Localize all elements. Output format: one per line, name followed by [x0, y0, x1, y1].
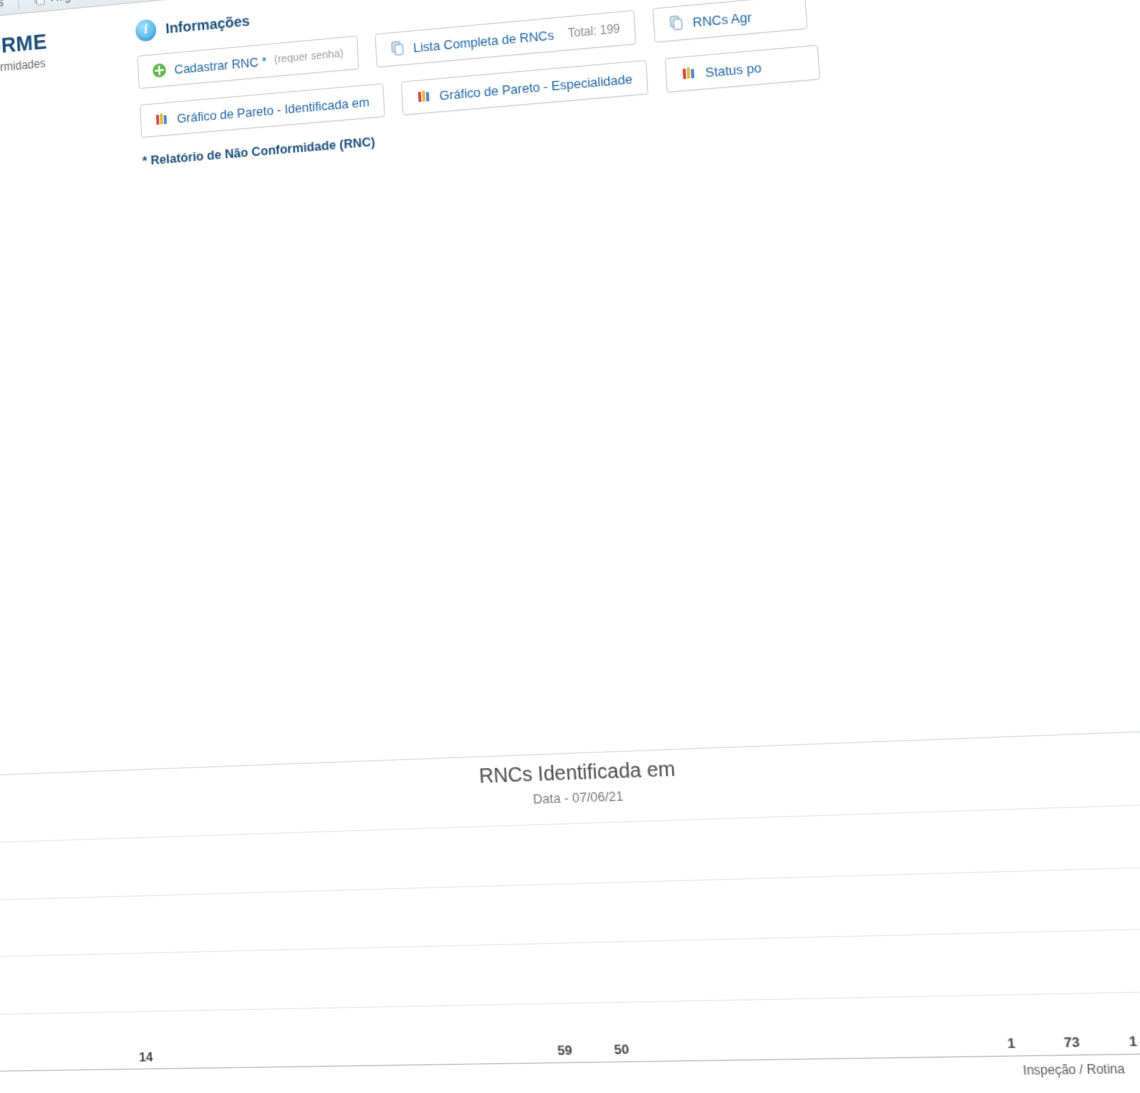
btn-rncs-agr[interactable]: RNCs Agr	[652, 0, 807, 43]
copy-icon	[389, 40, 405, 57]
btn-label: Gráfico de Pareto - Especialidade	[439, 71, 633, 103]
btn-label: RNCs Agr	[692, 9, 752, 30]
sidebar-proj-row: PDD	[0, 159, 126, 193]
chart-area: 1459501731Inspeção / Rotina	[0, 800, 1140, 1072]
chart-icon	[416, 88, 433, 105]
sidebar-code-row: 2.001	[0, 196, 128, 229]
bar-value-label: 1	[1128, 1033, 1137, 1049]
plus-circle-icon	[151, 62, 167, 79]
sidebar-misc-row[interactable]: es	[0, 249, 131, 282]
btn-label: Lista Completa de RNCs	[413, 27, 555, 55]
document-icon	[33, 0, 47, 5]
bar-value-label: 59	[557, 1042, 573, 1058]
info-icon: i	[135, 19, 157, 42]
btn-hint: (requer senha)	[274, 48, 344, 66]
main-panel: i Informações Cadastrar RNC * (requer se…	[134, 0, 1140, 746]
btn-lista-completa[interactable]: Lista Completa de RNCs Total: 199	[374, 10, 636, 68]
btn-label: Gráfico de Pareto - Identificada em	[177, 94, 370, 126]
btn-label: Status po	[705, 59, 762, 79]
btn-tail: Total: 199	[567, 21, 620, 40]
sidebar-org-row: rcio Construtor	[0, 122, 124, 157]
bar-value-label: 14	[139, 1049, 154, 1064]
bar-value-label: 1	[1007, 1035, 1016, 1051]
btn-pareto-especialidade[interactable]: Gráfico de Pareto - Especialidade	[400, 60, 648, 116]
chart-icon	[680, 65, 697, 83]
menu-separator	[18, 0, 20, 9]
chart-panel: RNCs Identificada em Data - 07/06/21 145…	[0, 734, 1140, 1073]
chart-icon	[154, 111, 170, 128]
btn-label: Cadastrar RNC *	[174, 53, 267, 76]
btn-status-po[interactable]: Status po	[665, 45, 821, 93]
btn-pareto-identificada[interactable]: Gráfico de Pareto - Identificada em	[140, 83, 385, 138]
bar-value-label: 73	[1063, 1034, 1080, 1050]
bar-value-label: 50	[614, 1041, 630, 1057]
btn-cadastrar-rnc[interactable]: Cadastrar RNC * (requer senha)	[137, 35, 359, 88]
copy-icon	[668, 15, 685, 33]
sidebar-user-row: ARO	[0, 85, 122, 120]
